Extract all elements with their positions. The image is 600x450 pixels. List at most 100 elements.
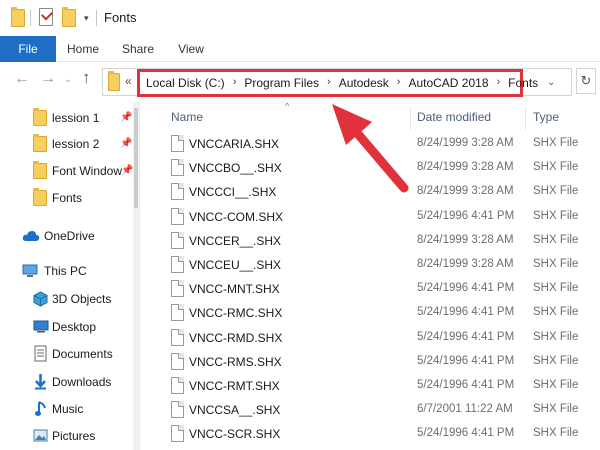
tab-file[interactable]: File xyxy=(0,36,56,62)
sidebar-item-pictures[interactable]: Pictures xyxy=(0,424,138,448)
sidebar-item-fonts[interactable]: Fonts xyxy=(0,186,138,210)
folder-icon xyxy=(33,188,47,206)
tab-share[interactable]: Share xyxy=(122,36,154,62)
navigation-pane[interactable]: lession 1 📌 lession 2 📌 Font Window 📌 Fo… xyxy=(0,102,140,450)
music-icon xyxy=(35,401,46,416)
sidebar-item-music[interactable]: Music xyxy=(0,397,138,421)
breadcrumb: Local Disk (C:) › Program Files › Autode… xyxy=(146,76,538,90)
table-row[interactable]: VNCC-RMD.SHX 5/24/1996 4:41 PM SHX File xyxy=(141,326,600,350)
download-icon xyxy=(35,374,46,390)
pin-icon[interactable]: 📌 xyxy=(121,165,133,176)
sidebar-item-label: This PC xyxy=(44,264,87,278)
breadcrumb-separator-icon[interactable]: › xyxy=(497,76,501,90)
sidebar-item-label: lession 2 xyxy=(52,137,100,151)
sidebar-item-lession-2[interactable]: lession 2 📌 xyxy=(0,132,138,156)
file-type: SHX File xyxy=(533,379,579,391)
file-date-modified: 5/24/1996 4:41 PM xyxy=(417,330,515,343)
file-date-modified: 8/24/1999 3:28 AM xyxy=(417,233,514,246)
file-date-modified: 8/24/1999 3:28 AM xyxy=(417,137,514,149)
sidebar-item-label: Documents xyxy=(52,347,113,361)
sidebar-scrollbar-thumb[interactable] xyxy=(134,108,138,208)
computer-icon xyxy=(22,264,38,277)
file-type: SHX File xyxy=(533,185,579,198)
sidebar-item-this-pc[interactable]: This PC xyxy=(0,259,138,283)
file-date-modified: 8/24/1999 3:28 AM xyxy=(417,185,514,198)
refresh-button[interactable]: ↻ xyxy=(576,68,596,94)
table-row[interactable]: VNCC-MNT.SHX 5/24/1996 4:41 PM SHX File xyxy=(141,277,600,301)
table-row[interactable]: VNCC-SCR.SHX 5/24/1996 4:41 PM SHX File xyxy=(141,422,600,446)
table-row[interactable]: VNCC-RMT.SHX 5/24/1996 4:41 PM SHX File xyxy=(141,374,600,398)
table-row[interactable]: VNCCARIA.SHX 8/24/1999 3:28 AM SHX File xyxy=(141,132,600,156)
toolbar-divider xyxy=(96,10,97,26)
column-divider[interactable] xyxy=(410,106,411,130)
sidebar-item-desktop[interactable]: Desktop xyxy=(0,315,138,339)
sidebar-item-label: lession 1 xyxy=(52,111,100,125)
file-name: VNCC-RMD.SHX xyxy=(189,330,283,345)
sidebar-item-label: Fonts xyxy=(52,191,83,205)
tab-home[interactable]: Home xyxy=(67,36,99,62)
file-date-modified: 5/24/1996 4:41 PM xyxy=(417,427,515,440)
file-icon xyxy=(171,352,184,370)
back-arrow-icon[interactable]: ← xyxy=(14,70,30,88)
table-row[interactable]: VNCCEU__.SHX 8/24/1999 3:28 AM SHX File xyxy=(141,253,600,277)
properties-icon[interactable] xyxy=(39,8,53,26)
address-dropdown-chevron-icon[interactable]: ⌄ xyxy=(547,77,555,88)
up-arrow-icon[interactable]: ↑ xyxy=(82,68,91,88)
table-row[interactable]: VNCC-RMS.SHX 5/24/1996 4:41 PM SHX File xyxy=(141,350,600,374)
pin-icon[interactable]: 📌 xyxy=(120,138,132,149)
sidebar-item-label: Music xyxy=(52,402,84,416)
sidebar-item-onedrive[interactable]: OneDrive xyxy=(0,224,138,248)
file-name: VNCCARIA.SHX xyxy=(189,137,280,151)
table-row[interactable]: VNCC-RMC.SHX 5/24/1996 4:41 PM SHX File xyxy=(141,301,600,325)
file-icon xyxy=(171,377,184,394)
breadcrumb-autocad-2018[interactable]: AutoCAD 2018 xyxy=(408,76,488,90)
breadcrumb-separator-icon[interactable]: › xyxy=(327,76,331,90)
address-bar[interactable]: « Local Disk (C:) › Program Files › Auto… xyxy=(102,68,572,97)
file-name: VNCC-RMS.SHX xyxy=(189,354,282,369)
file-type: SHX File xyxy=(533,258,579,270)
recent-locations-chevron-icon[interactable]: ⌄ xyxy=(64,74,72,85)
sidebar-item-documents[interactable]: Documents xyxy=(0,342,138,366)
sidebar-item-label: Font Window xyxy=(52,164,123,178)
toolbar-divider xyxy=(30,10,31,26)
table-row[interactable]: VNCCBO__.SHX 8/24/1999 3:28 AM SHX File xyxy=(141,156,600,180)
file-type: SHX File xyxy=(533,209,579,222)
file-icon xyxy=(171,401,184,419)
table-row[interactable]: VNCCER__.SHX 8/24/1999 3:28 AM SHX File xyxy=(141,229,600,253)
new-folder-icon[interactable] xyxy=(62,7,76,27)
quick-access-dropdown-icon[interactable]: ▾ xyxy=(84,13,89,24)
file-date-modified: 5/24/1996 4:41 PM xyxy=(417,354,515,367)
ribbon-tabs: File Home Share View xyxy=(0,36,600,62)
breadcrumb-program-files[interactable]: Program Files xyxy=(244,76,319,90)
column-header-date-modified[interactable]: Date modified xyxy=(417,110,491,124)
pin-icon[interactable]: 📌 xyxy=(120,112,132,123)
sidebar-item-downloads[interactable]: Downloads xyxy=(0,370,138,394)
tab-view[interactable]: View xyxy=(177,36,205,62)
breadcrumb-local-disk[interactable]: Local Disk (C:) xyxy=(146,76,225,90)
breadcrumb-fonts[interactable]: Fonts xyxy=(508,76,538,90)
table-row[interactable]: VNCC-COM.SHX 5/24/1996 4:41 PM SHX File xyxy=(141,205,600,229)
file-name: VNCC-SCR.SHX xyxy=(189,427,281,442)
breadcrumb-autodesk[interactable]: Autodesk xyxy=(339,76,389,90)
file-name: VNCCER__.SHX xyxy=(189,233,282,248)
file-date-modified: 6/7/2001 11:22 AM xyxy=(417,403,513,416)
breadcrumb-separator-icon[interactable]: › xyxy=(397,76,401,90)
file-list[interactable]: ^ Name Date modified Type VNCCARIA.SHX 8/… xyxy=(141,101,600,450)
table-row[interactable]: VNCCSA__.SHX 6/7/2001 11:22 AM SHX File xyxy=(141,398,600,422)
column-divider[interactable] xyxy=(525,106,526,130)
sidebar-item-font-window[interactable]: Font Window 📌 xyxy=(0,159,138,183)
breadcrumb-separator-icon[interactable]: › xyxy=(233,76,237,90)
file-icon xyxy=(171,304,184,322)
overflow-chevron-icon[interactable]: « xyxy=(125,74,132,88)
forward-arrow-icon[interactable]: → xyxy=(40,70,56,88)
sidebar-item-3d-objects[interactable]: 3D Objects xyxy=(0,287,138,311)
file-name: VNCC-COM.SHX xyxy=(189,209,284,224)
column-header-name[interactable]: Name xyxy=(171,110,203,124)
desktop-icon xyxy=(33,320,49,333)
sidebar-item-lession-1[interactable]: lession 1 📌 xyxy=(0,106,138,130)
file-icon xyxy=(171,135,184,152)
table-row[interactable]: VNCCCI__.SHX 8/24/1999 3:28 AM SHX File xyxy=(141,180,600,204)
file-type: SHX File xyxy=(533,403,579,416)
file-type: SHX File xyxy=(533,354,579,367)
column-header-type[interactable]: Type xyxy=(533,110,559,124)
